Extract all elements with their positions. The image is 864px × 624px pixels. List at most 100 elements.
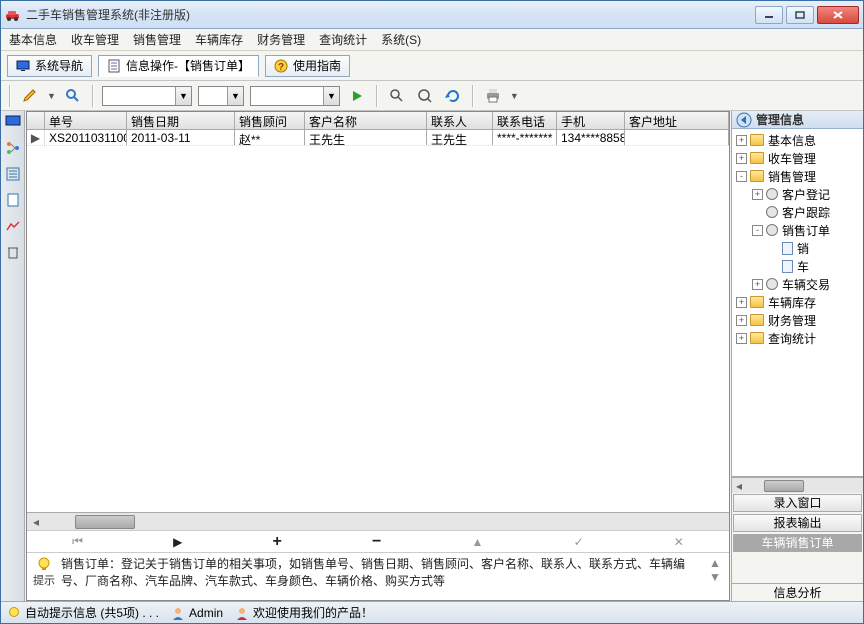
nav-prev-icon[interactable]: ▶ bbox=[173, 535, 182, 549]
hint-box: 提示 销售订单：登记关于销售订单的相关事项，如销售单号、销售日期、销售顾问、客户… bbox=[27, 552, 729, 600]
tree-item-label: 财务管理 bbox=[768, 312, 816, 329]
zoom-icon[interactable] bbox=[62, 85, 84, 107]
titlebar: 二手车销售管理系统(非注册版) bbox=[1, 1, 863, 29]
col-customer[interactable]: 客户名称 bbox=[305, 112, 427, 129]
nav-remove-icon[interactable]: − bbox=[372, 533, 381, 551]
back-icon[interactable] bbox=[736, 112, 752, 128]
btn-info-analysis[interactable]: 信息分析 bbox=[732, 583, 863, 601]
tree-item-label: 客户跟踪 bbox=[782, 204, 830, 221]
minimize-button[interactable] bbox=[755, 6, 783, 24]
combo-1[interactable]: ▼ bbox=[102, 86, 192, 106]
tree-item[interactable]: +财务管理 bbox=[732, 311, 863, 329]
folder-icon bbox=[750, 332, 764, 344]
maximize-button[interactable] bbox=[786, 6, 814, 24]
col-order-no[interactable]: 单号 bbox=[45, 112, 127, 129]
combo-2[interactable]: ▼ bbox=[198, 86, 244, 106]
lt-chart-icon[interactable] bbox=[4, 217, 22, 235]
h-scrollbar[interactable]: ◂ bbox=[27, 512, 729, 530]
tree-item[interactable]: +收车管理 bbox=[732, 149, 863, 167]
center-panel: 单号 销售日期 销售顾问 客户名称 联系人 联系电话 手机 客户地址 ▶ XS2… bbox=[26, 111, 730, 601]
col-contact[interactable]: 联系人 bbox=[427, 112, 493, 129]
tree-item[interactable]: -销售订单 bbox=[732, 221, 863, 239]
cell-order-no: XS20110311001 bbox=[45, 130, 127, 145]
btn-report-output[interactable]: 报表输出 bbox=[733, 514, 862, 532]
right-h-scrollbar[interactable]: ◂ bbox=[732, 477, 863, 493]
table-row[interactable]: ▶ XS20110311001 2011-03-11 赵** 王先生 王先生 *… bbox=[27, 130, 729, 146]
cell-contact: 王先生 bbox=[427, 130, 493, 145]
hint-up-icon[interactable]: ▲ bbox=[709, 556, 723, 570]
tree-item[interactable]: -销售管理 bbox=[732, 167, 863, 185]
link-icon bbox=[766, 224, 778, 236]
tree-item-label: 收车管理 bbox=[768, 150, 816, 167]
lt-monitor-icon[interactable] bbox=[4, 113, 22, 131]
folder-icon bbox=[750, 170, 764, 182]
folder-icon bbox=[750, 296, 764, 308]
search-small-icon[interactable] bbox=[386, 85, 408, 107]
col-address[interactable]: 客户地址 bbox=[625, 112, 729, 129]
status-user[interactable]: Admin bbox=[171, 606, 223, 620]
menu-stock[interactable]: 车辆库存 bbox=[195, 31, 243, 48]
nav-edit-icon[interactable]: ▲ bbox=[472, 535, 484, 549]
lt-doc-icon[interactable] bbox=[4, 191, 22, 209]
nav-cancel-icon[interactable]: ✕ bbox=[674, 535, 684, 549]
close-button[interactable] bbox=[817, 6, 859, 24]
toolbar: ▼ ▼ ▼ ▼ ▼ bbox=[1, 81, 863, 111]
menu-receive[interactable]: 收车管理 bbox=[71, 31, 119, 48]
nav-first-icon[interactable]: ⏮ bbox=[72, 534, 83, 549]
svg-text:?: ? bbox=[278, 62, 284, 73]
tree-item[interactable]: +客户登记 bbox=[732, 185, 863, 203]
status-autohint-text: 自动提示信息 (共5项) . . . bbox=[25, 604, 159, 621]
status-autohint[interactable]: 自动提示信息 (共5项) . . . bbox=[7, 604, 159, 621]
refresh-icon[interactable] bbox=[442, 85, 464, 107]
col-mobile[interactable]: 手机 bbox=[557, 112, 625, 129]
user-icon bbox=[171, 606, 185, 620]
tree-item[interactable]: 销 bbox=[732, 239, 863, 257]
btn-vehicle-order[interactable]: 车辆销售订单 bbox=[733, 534, 862, 552]
tree-item[interactable]: +基本信息 bbox=[732, 131, 863, 149]
play-icon[interactable] bbox=[346, 85, 368, 107]
body-area: 单号 销售日期 销售顾问 客户名称 联系人 联系电话 手机 客户地址 ▶ XS2… bbox=[1, 111, 863, 601]
menu-system[interactable]: 系统(S) bbox=[381, 31, 421, 48]
user-icon bbox=[235, 606, 249, 620]
menu-basic[interactable]: 基本信息 bbox=[9, 31, 57, 48]
tree-item[interactable]: +查询统计 bbox=[732, 329, 863, 347]
edit-icon[interactable] bbox=[19, 85, 41, 107]
tab-system-nav[interactable]: 系统导航 bbox=[7, 55, 92, 77]
combo-3[interactable]: ▼ bbox=[250, 86, 340, 106]
search-large-icon[interactable] bbox=[414, 85, 436, 107]
col-tel[interactable]: 联系电话 bbox=[493, 112, 557, 129]
tree-item-label: 客户登记 bbox=[782, 186, 830, 203]
tree-item-label: 查询统计 bbox=[768, 330, 816, 347]
tree-item[interactable]: 车 bbox=[732, 257, 863, 275]
menu-finance[interactable]: 财务管理 bbox=[257, 31, 305, 48]
tab-active-label: 信息操作-【销售订单】 bbox=[126, 57, 250, 74]
btn-entry-window[interactable]: 录入窗口 bbox=[733, 494, 862, 512]
menu-query[interactable]: 查询统计 bbox=[319, 31, 367, 48]
mgmt-tree[interactable]: +基本信息+收车管理-销售管理+客户登记客户跟踪-销售订单销车+车辆交易+车辆库… bbox=[732, 129, 863, 477]
statusbar: 自动提示信息 (共5项) . . . Admin 欢迎使用我们的产品！ bbox=[1, 601, 863, 623]
col-consultant[interactable]: 销售顾问 bbox=[235, 112, 305, 129]
tree-item-label: 车辆库存 bbox=[768, 294, 816, 311]
grid-header: 单号 销售日期 销售顾问 客户名称 联系人 联系电话 手机 客户地址 bbox=[27, 112, 729, 130]
lt-list-icon[interactable] bbox=[4, 165, 22, 183]
nav-add-icon[interactable]: + bbox=[272, 533, 281, 551]
app-icon bbox=[5, 7, 21, 23]
tree-item[interactable]: +车辆库存 bbox=[732, 293, 863, 311]
nav-check-icon[interactable]: ✓ bbox=[574, 535, 584, 549]
lt-trash-icon[interactable] bbox=[4, 243, 22, 261]
tree-item[interactable]: +车辆交易 bbox=[732, 275, 863, 293]
tree-item[interactable]: 客户跟踪 bbox=[732, 203, 863, 221]
tab-guide[interactable]: ? 使用指南 bbox=[265, 55, 350, 77]
cell-consultant: 赵** bbox=[235, 130, 305, 145]
bulb-icon bbox=[7, 606, 21, 620]
menu-sales[interactable]: 销售管理 bbox=[133, 31, 181, 48]
status-user-text: Admin bbox=[189, 606, 223, 620]
col-sale-date[interactable]: 销售日期 bbox=[127, 112, 235, 129]
print-icon[interactable] bbox=[482, 85, 504, 107]
tab-sales-order[interactable]: 信息操作-【销售订单】 bbox=[98, 55, 259, 77]
cell-sale-date: 2011-03-11 bbox=[127, 130, 235, 145]
grid-body[interactable]: ▶ XS20110311001 2011-03-11 赵** 王先生 王先生 *… bbox=[27, 130, 729, 512]
hint-down-icon[interactable]: ▼ bbox=[709, 570, 723, 584]
lt-tree-icon[interactable] bbox=[4, 139, 22, 157]
cell-customer: 王先生 bbox=[305, 130, 427, 145]
